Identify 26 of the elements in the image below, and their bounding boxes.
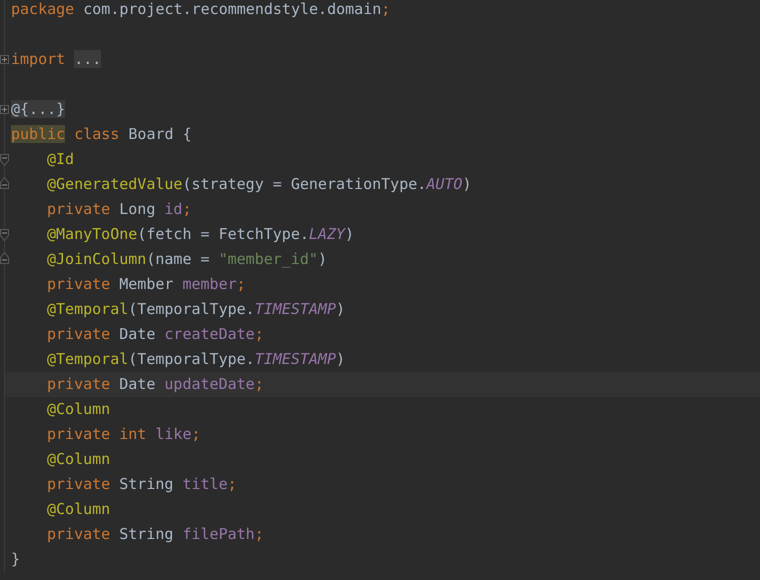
fold-collapse-icon[interactable] xyxy=(0,252,9,264)
code-line: @ManyToOne(fetch = FetchType.LAZY) xyxy=(47,224,354,245)
code-line: @GeneratedValue(strategy = GenerationType.AUTO) xyxy=(47,174,472,195)
code-line: private Date updateDate; xyxy=(47,374,264,395)
code-line: private Date createDate; xyxy=(47,324,264,345)
fold-collapse-icon[interactable] xyxy=(0,177,9,189)
code-line: @Column xyxy=(47,399,110,420)
code-line: @Temporal(TemporalType.TIMESTAMP) xyxy=(47,299,346,320)
code-line: public class Board { xyxy=(11,124,192,145)
fold-collapse-icon[interactable] xyxy=(0,229,9,241)
fold-expand-icon[interactable] xyxy=(0,55,9,64)
code-line: private String title; xyxy=(47,474,237,495)
code-line: private int like; xyxy=(47,424,201,445)
code-line: @Column xyxy=(47,449,110,470)
fold-collapse-icon[interactable] xyxy=(0,154,9,166)
code-line: private Long id; xyxy=(47,199,192,220)
code-line: } xyxy=(11,549,20,570)
code-line: package com.project.recommendstyle.domain; xyxy=(11,0,390,20)
fold-expand-icon[interactable] xyxy=(0,105,9,114)
code-line: import ... xyxy=(11,49,102,70)
code-line: @Column xyxy=(47,499,110,520)
code-line: private Member member; xyxy=(47,274,246,295)
code-line: private String filePath; xyxy=(47,524,264,545)
code-line: @JoinColumn(name = "member_id") xyxy=(47,249,327,270)
code-line: @Id xyxy=(47,149,74,170)
code-line: @Temporal(TemporalType.TIMESTAMP) xyxy=(47,349,346,370)
